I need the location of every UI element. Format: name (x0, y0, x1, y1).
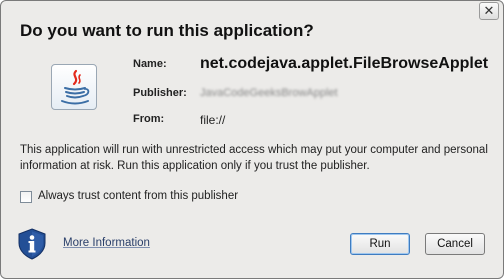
trust-checkbox-label[interactable]: Always trust content from this publisher (38, 190, 238, 202)
java-coffee-cup-icon (51, 64, 97, 110)
run-button[interactable]: Run (350, 233, 410, 255)
trust-checkbox[interactable] (20, 191, 32, 203)
warning-text: This application will run with unrestric… (20, 144, 488, 172)
name-label: Name: (133, 58, 167, 70)
more-information-link[interactable]: More Information (63, 237, 150, 249)
cancel-button[interactable]: Cancel (425, 233, 485, 255)
from-label: From: (133, 113, 165, 125)
shield-info-icon (16, 228, 48, 260)
publisher-label: Publisher: (133, 87, 187, 99)
close-button[interactable]: ✕ (479, 2, 499, 20)
close-icon: ✕ (483, 4, 495, 19)
security-dialog: ✕ Do you want to run this application? N… (0, 0, 504, 279)
name-value: net.codejava.applet.FileBrowseApplet (200, 55, 489, 72)
dialog-heading: Do you want to run this application? (20, 21, 314, 40)
from-value: file:// (200, 113, 226, 127)
publisher-value: JavaCodeGeeksBrowApplet (200, 87, 338, 99)
